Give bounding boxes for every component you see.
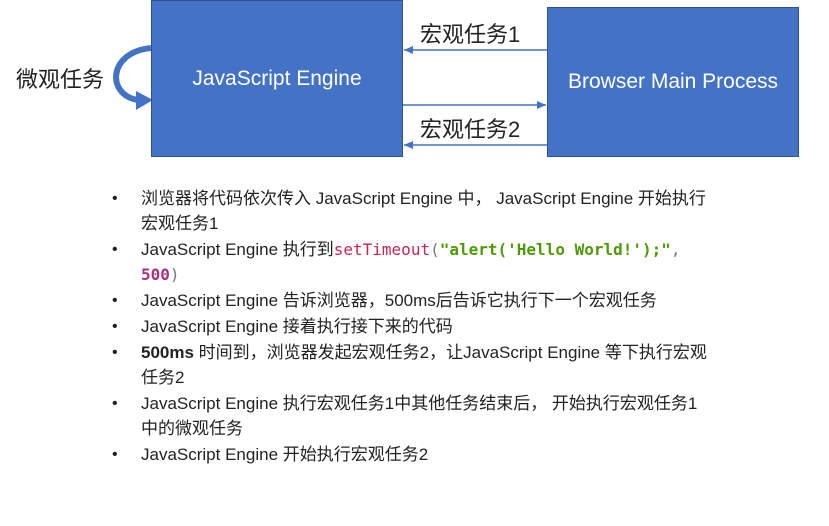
micro-task-label: 微观任务 <box>16 67 105 92</box>
code-comma: , <box>670 240 681 259</box>
code-function: setTimeout <box>333 240 431 259</box>
list-item: 浏览器将代码依次传入 JavaScript Engine 中， JavaScri… <box>110 186 710 236</box>
macro-task-1-label: 宏观任务1 <box>420 22 521 47</box>
note-text: 浏览器将代码依次传入 JavaScript Engine 中， JavaScri… <box>141 189 706 233</box>
note-bold-text: 500ms <box>141 343 194 362</box>
browser-box-label: Browser Main Process <box>567 70 779 93</box>
list-item: 500ms 时间到，浏览器发起宏观任务2，让JavaScript Engine … <box>110 340 710 390</box>
engine-box-label: JavaScript Engine <box>192 66 362 90</box>
code-paren-close: ) <box>169 265 180 284</box>
list-item: JavaScript Engine 执行到setTimeout("alert('… <box>110 237 710 287</box>
note-text: JavaScript Engine 执行宏观任务1中其他任务结束后， 开始执行宏… <box>141 394 698 438</box>
list-item: JavaScript Engine 接着执行接下来的代码 <box>110 314 710 339</box>
browser-main-process-box: Browser Main Process <box>547 7 799 157</box>
note-text: JavaScript Engine 执行到 <box>141 240 334 259</box>
code-paren-open: ( <box>430 240 440 259</box>
code-string: "alert('Hello World!');" <box>439 240 671 259</box>
arrow-micro-task-loop <box>113 45 152 103</box>
note-text: JavaScript Engine 开始执行宏观任务2 <box>141 445 429 464</box>
list-item: JavaScript Engine 开始执行宏观任务2 <box>110 442 710 467</box>
note-text: JavaScript Engine 告诉浏览器，500ms后告诉它执行下一个宏观… <box>141 291 657 310</box>
macro-task-2-label: 宏观任务2 <box>420 117 521 142</box>
note-text: JavaScript Engine 接着执行接下来的代码 <box>141 317 453 336</box>
note-text: 时间到，浏览器发起宏观任务2，让JavaScript Engine 等下执行宏观… <box>141 343 707 387</box>
list-item: JavaScript Engine 执行宏观任务1中其他任务结束后， 开始执行宏… <box>110 391 710 441</box>
code-number: 500 <box>141 265 170 284</box>
notes-list: 浏览器将代码依次传入 JavaScript Engine 中， JavaScri… <box>110 186 710 468</box>
javascript-engine-box: JavaScript Engine <box>151 0 403 157</box>
list-item: JavaScript Engine 告诉浏览器，500ms后告诉它执行下一个宏观… <box>110 288 710 313</box>
